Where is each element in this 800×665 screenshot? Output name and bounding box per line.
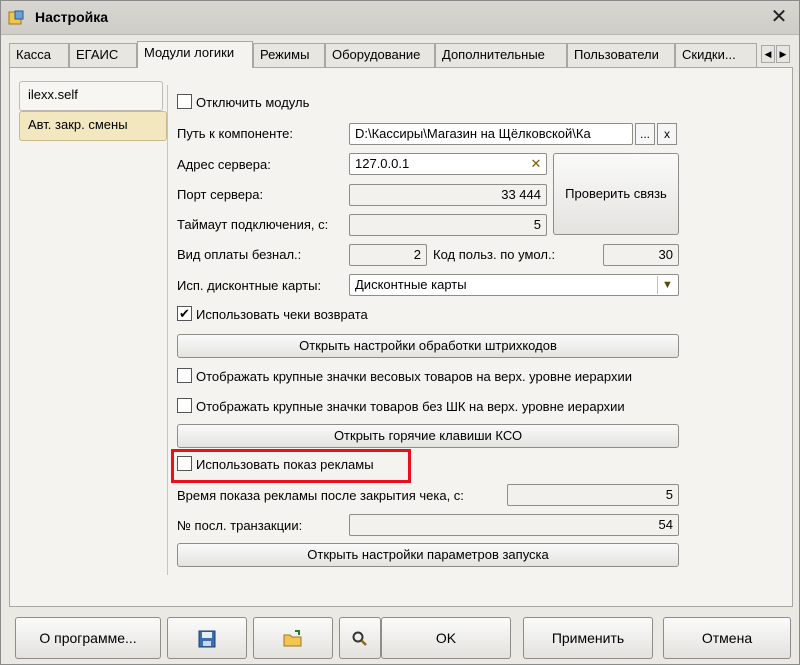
check-connection-button[interactable]: Проверить связь xyxy=(553,153,679,235)
checkbox-label: Использовать чеки возврата xyxy=(196,307,368,323)
search-icon xyxy=(352,630,368,647)
use-return-receipts-checkbox[interactable]: ✔ Использовать чеки возврата xyxy=(177,306,368,326)
default-user-code-label: Код польз. по умол.: xyxy=(433,247,556,262)
save-icon xyxy=(198,630,216,648)
component-path-field[interactable]: D:\Кассиры\Магазин на Щёлковской\Ка xyxy=(349,123,633,145)
checkbox-box[interactable] xyxy=(177,94,192,110)
window-title: Настройка xyxy=(35,9,109,25)
tab-additional[interactable]: Дополнительные xyxy=(435,43,567,67)
module-tab-ilexx-self[interactable]: ilexx.self xyxy=(19,81,163,111)
search-button[interactable] xyxy=(339,617,381,659)
launch-params-button[interactable]: Открыть настройки параметров запуска xyxy=(177,543,679,567)
open-folder-button[interactable] xyxy=(253,617,333,659)
tab-scroll-right-icon[interactable]: ▶ xyxy=(776,45,790,63)
checkbox-label: Отключить модуль xyxy=(196,95,310,111)
tab-strip: Касса ЕГАИС Модули логики Режимы Оборудо… xyxy=(9,41,793,68)
barcode-settings-button[interactable]: Открыть настройки обработки штрихкодов xyxy=(177,334,679,358)
tab-scroll-left-icon[interactable]: ◀ xyxy=(761,45,775,63)
checkbox-box[interactable]: ✔ xyxy=(177,306,192,322)
server-address-label: Адрес сервера: xyxy=(177,157,271,172)
discount-cards-label: Исп. дисконтные карты: xyxy=(177,278,322,293)
ok-button[interactable]: OK xyxy=(381,617,511,659)
hotkeys-button[interactable]: Открыть горячие клавиши КСО xyxy=(177,424,679,448)
cancel-button[interactable]: Отмена xyxy=(663,617,791,659)
checkbox-label: Отображать крупные значки весовых товаро… xyxy=(196,369,632,385)
clear-path-button[interactable]: x xyxy=(657,123,677,145)
discount-cards-select[interactable]: Дисконтные карты xyxy=(349,274,679,296)
module-tab-auto-close-shift[interactable]: Авт. закр. смены xyxy=(19,111,167,141)
tab-discounts[interactable]: Скидки... xyxy=(675,43,757,67)
clear-icon[interactable]: ✕ xyxy=(527,155,545,173)
tab-modes[interactable]: Режимы xyxy=(253,43,325,67)
tab-equipment[interactable]: Оборудование xyxy=(325,43,435,67)
component-path-label: Путь к компоненте: xyxy=(177,126,293,141)
timeout-field[interactable]: 5 xyxy=(349,214,547,236)
title-bar[interactable]: Настройка ✕ xyxy=(1,1,799,35)
server-port-field[interactable]: 33 444 xyxy=(349,184,547,206)
payment-type-label: Вид оплаты безнал.: xyxy=(177,247,302,262)
settings-app-icon xyxy=(7,9,25,27)
payment-type-field[interactable]: 2 xyxy=(349,244,427,266)
highlight-frame xyxy=(171,449,411,483)
chevron-down-icon[interactable]: ▼ xyxy=(657,276,677,294)
checkbox-box[interactable] xyxy=(177,398,192,414)
large-weight-icons-checkbox[interactable]: Отображать крупные значки весовых товаро… xyxy=(177,368,632,388)
tab-users[interactable]: Пользователи xyxy=(567,43,675,67)
large-nobarcode-icons-checkbox[interactable]: Отображать крупные значки товаров без ШК… xyxy=(177,398,625,418)
default-user-code-field[interactable]: 30 xyxy=(603,244,679,266)
server-address-field[interactable]: 127.0.0.1 xyxy=(349,153,547,175)
ads-time-label: Время показа рекламы после закрытия чека… xyxy=(177,488,464,503)
last-transaction-label: № посл. транзакции: xyxy=(177,518,303,533)
tab-logic-modules[interactable]: Модули логики xyxy=(137,41,253,68)
about-button[interactable]: О программе... xyxy=(15,617,161,659)
checkbox-box[interactable] xyxy=(177,368,192,384)
settings-window: Настройка ✕ Касса ЕГАИС Модули логики Ре… xyxy=(0,0,800,665)
bottom-button-bar: О программе... OK Применить Отмена xyxy=(1,611,799,665)
last-transaction-field[interactable]: 54 xyxy=(349,514,679,536)
tab-egais[interactable]: ЕГАИС xyxy=(69,43,137,67)
apply-button[interactable]: Применить xyxy=(523,617,653,659)
timeout-label: Таймаут подключения, с: xyxy=(177,217,329,232)
tab-kassa[interactable]: Касса xyxy=(9,43,69,67)
close-icon[interactable]: ✕ xyxy=(767,5,791,29)
save-button[interactable] xyxy=(167,617,247,659)
checkbox-label: Отображать крупные значки товаров без ШК… xyxy=(196,399,625,415)
open-folder-icon xyxy=(283,630,303,647)
disable-module-checkbox[interactable]: Отключить модуль xyxy=(177,94,309,114)
server-port-label: Порт сервера: xyxy=(177,187,264,202)
ads-time-field[interactable]: 5 xyxy=(507,484,679,506)
browse-button[interactable]: ... xyxy=(635,123,655,145)
